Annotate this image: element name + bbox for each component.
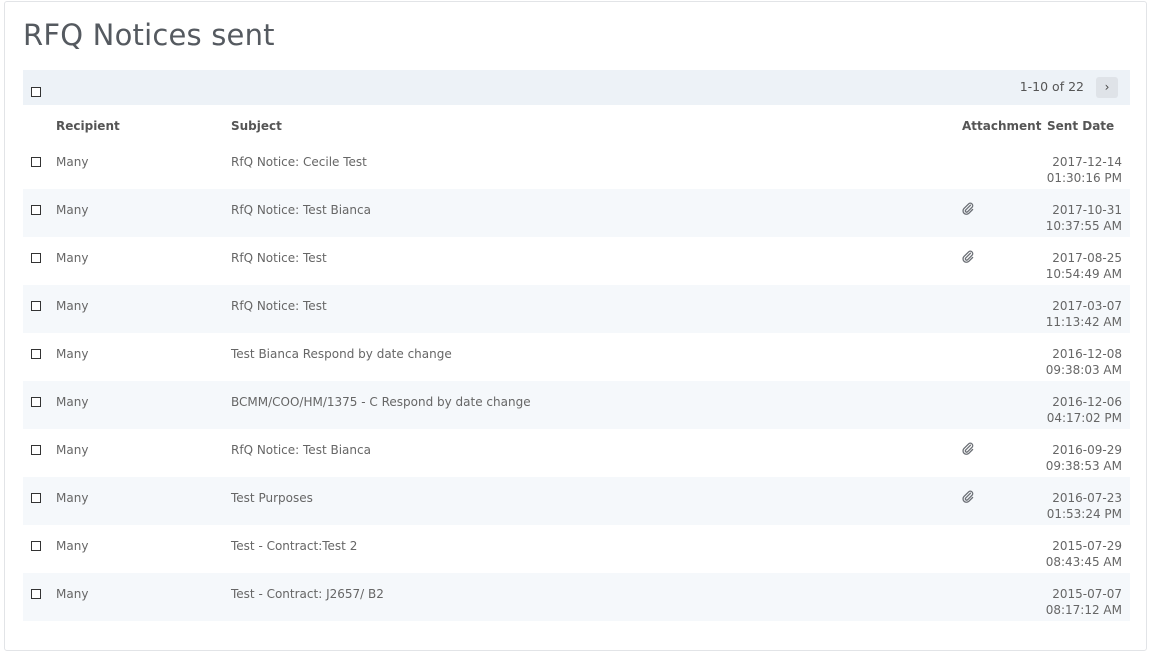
sent-time: 04:17:02 PM: [1046, 411, 1122, 425]
column-header-recipient[interactable]: Recipient: [56, 119, 120, 133]
sent-date-cell: 2015-07-07 08:17:12 AM: [1046, 586, 1122, 618]
row-checkbox[interactable]: [31, 493, 41, 503]
sent-time: 01:30:16 PM: [1046, 171, 1122, 185]
attachment-paperclip-icon[interactable]: [961, 441, 975, 455]
sent-date-cell: 2017-03-07 11:13:42 AM: [1046, 298, 1122, 330]
sent-date-cell: 2016-07-23 01:53:24 PM: [1047, 490, 1122, 522]
subject-link[interactable]: Test - Contract: J2657/ B2: [231, 587, 384, 601]
table-row[interactable]: Many RfQ Notice: Test Bianca 2017-10-31 10:…: [23, 189, 1130, 237]
row-checkbox[interactable]: [31, 253, 41, 263]
sent-date: 2017-12-14: [1052, 155, 1122, 169]
row-checkbox[interactable]: [31, 445, 41, 455]
sent-date: 2016-07-23: [1052, 491, 1122, 505]
table-row[interactable]: Many Test - Contract: J2657/ B2 2015-07-07…: [23, 573, 1130, 621]
table-row[interactable]: Many RfQ Notice: Test Bianca 2016-09-29 09:…: [23, 429, 1130, 477]
page-title: RFQ Notices sent: [23, 18, 275, 52]
column-header-sent-date[interactable]: Sent Date: [1047, 119, 1114, 133]
table-row[interactable]: Many Test Bianca Respond by date change 20…: [23, 333, 1130, 381]
table-row[interactable]: Many BCMM/COO/HM/1375 - C Respond by date…: [23, 381, 1130, 429]
table-row[interactable]: Many RfQ Notice: Test 2017-03-07 11:13:42 A…: [23, 285, 1130, 333]
column-header-subject[interactable]: Subject: [231, 119, 282, 133]
subject-link[interactable]: Test Bianca Respond by date change: [231, 347, 452, 361]
next-page-button[interactable]: ›: [1096, 77, 1118, 98]
row-checkbox[interactable]: [31, 589, 41, 599]
sent-date: 2016-09-29: [1052, 443, 1122, 457]
sent-date-cell: 2015-07-29 08:43:45 AM: [1046, 538, 1122, 570]
recipient-cell: Many: [56, 251, 89, 265]
sent-time: 09:38:03 AM: [1045, 363, 1122, 377]
notices-table-body: Many RfQ Notice: Cecile Test 2017-12-14 01:…: [23, 141, 1130, 621]
sent-date: 2015-07-29: [1052, 539, 1122, 553]
subject-link[interactable]: RfQ Notice: Test Bianca: [231, 203, 371, 217]
table-row[interactable]: Many RfQ Notice: Test 2017-08-25 10:54:49 A…: [23, 237, 1130, 285]
column-header-attachment[interactable]: Attachment: [962, 119, 1041, 133]
recipient-cell: Many: [56, 347, 89, 361]
row-checkbox[interactable]: [31, 349, 41, 359]
sent-time: 01:53:24 PM: [1046, 507, 1122, 521]
row-checkbox[interactable]: [31, 157, 41, 167]
sent-date-cell: 2017-10-31 10:37:55 AM: [1046, 202, 1122, 234]
table-row[interactable]: Many RfQ Notice: Cecile Test 2017-12-14 01:…: [23, 141, 1130, 189]
table-row[interactable]: Many Test Purposes 2016-07-23 01:53:24 PM: [23, 477, 1130, 525]
row-checkbox[interactable]: [31, 541, 41, 551]
recipient-cell: Many: [56, 203, 89, 217]
subject-link[interactable]: RfQ Notice: Test: [231, 299, 327, 313]
sent-date: 2016-12-06: [1052, 395, 1122, 409]
sent-date-cell: 2016-12-08 09:38:03 AM: [1046, 346, 1122, 378]
table-toolbar: 1-10 of 22 ›: [23, 70, 1130, 105]
attachment-paperclip-icon[interactable]: [961, 201, 975, 215]
sent-date: 2017-10-31: [1052, 203, 1122, 217]
recipient-cell: Many: [56, 299, 89, 313]
sent-time: 08:43:45 AM: [1045, 555, 1122, 569]
sent-time: 09:38:53 AM: [1045, 459, 1122, 473]
subject-link[interactable]: RfQ Notice: Test: [231, 251, 327, 265]
subject-link[interactable]: RfQ Notice: Test Bianca: [231, 443, 371, 457]
sent-date: 2015-07-07: [1052, 587, 1122, 601]
select-all-checkbox[interactable]: [31, 87, 41, 97]
table-header: Recipient Subject Attachment Sent Date: [23, 105, 1130, 141]
table-row[interactable]: Many Test - Contract:Test 2 2015-07-29 08:4…: [23, 525, 1130, 573]
recipient-cell: Many: [56, 395, 89, 409]
recipient-cell: Many: [56, 539, 89, 553]
sent-date-cell: 2017-08-25 10:54:49 AM: [1046, 250, 1122, 282]
sent-time: 08:17:12 AM: [1045, 603, 1122, 617]
attachment-paperclip-icon[interactable]: [961, 249, 975, 263]
recipient-cell: Many: [56, 491, 89, 505]
sent-date: 2017-03-07: [1052, 299, 1122, 313]
row-checkbox[interactable]: [31, 301, 41, 311]
attachment-paperclip-icon[interactable]: [961, 489, 975, 503]
recipient-cell: Many: [56, 155, 89, 169]
sent-date-cell: 2017-12-14 01:30:16 PM: [1047, 154, 1122, 186]
sent-time: 11:13:42 AM: [1045, 315, 1122, 329]
row-checkbox[interactable]: [31, 205, 41, 215]
sent-date: 2016-12-08: [1052, 347, 1122, 361]
subject-link[interactable]: BCMM/COO/HM/1375 - C Respond by date cha…: [231, 395, 531, 409]
sent-date-cell: 2016-12-06 04:17:02 PM: [1047, 394, 1122, 426]
subject-link[interactable]: Test Purposes: [231, 491, 313, 505]
pagination-label: 1-10 of 22: [1019, 79, 1084, 94]
recipient-cell: Many: [56, 587, 89, 601]
subject-link[interactable]: RfQ Notice: Cecile Test: [231, 155, 367, 169]
subject-link[interactable]: Test - Contract:Test 2: [231, 539, 357, 553]
row-checkbox[interactable]: [31, 397, 41, 407]
sent-time: 10:37:55 AM: [1045, 219, 1122, 233]
sent-date-cell: 2016-09-29 09:38:53 AM: [1046, 442, 1122, 474]
sent-time: 10:54:49 AM: [1045, 267, 1122, 281]
recipient-cell: Many: [56, 443, 89, 457]
sent-date: 2017-08-25: [1052, 251, 1122, 265]
